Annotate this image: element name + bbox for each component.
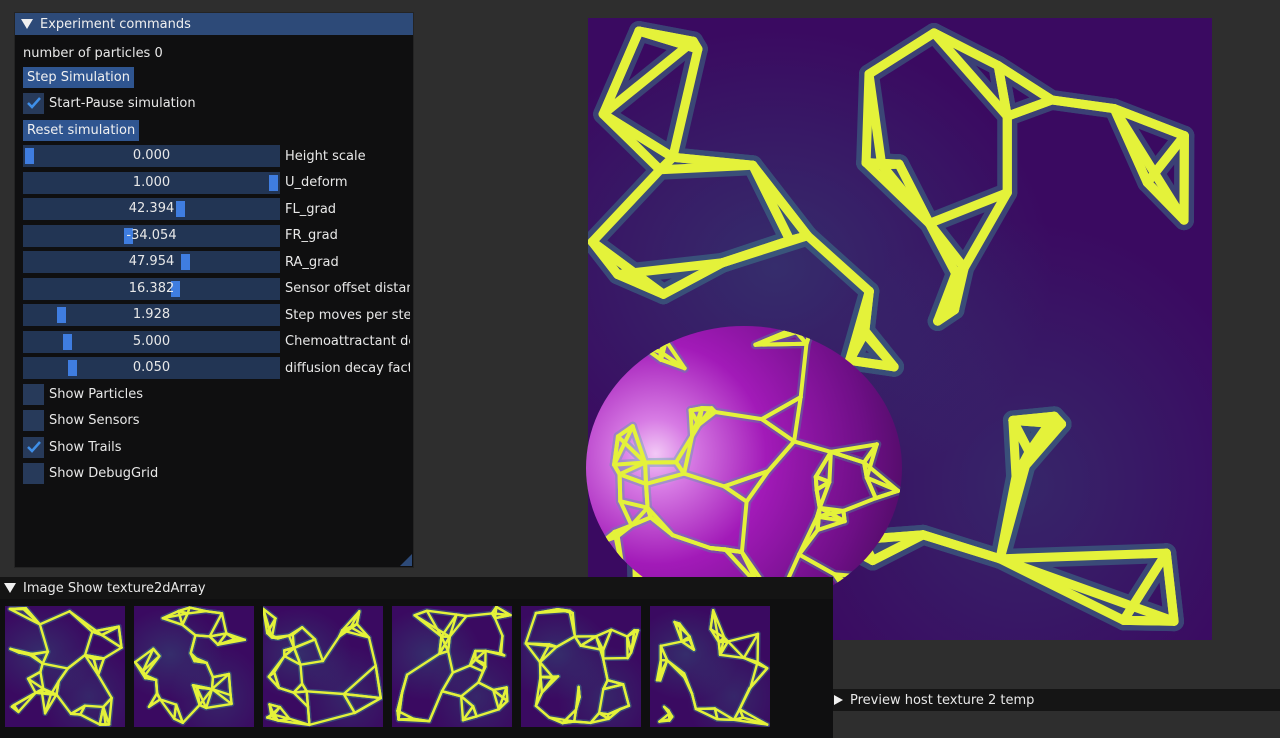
texture-array-titlebar[interactable]: Image Show texture2dArray [0,577,833,599]
slider-value: -34.054 [126,227,177,243]
toggle-checkbox[interactable] [23,383,44,405]
experiment-commands-titlebar[interactable]: Experiment commands [15,13,413,35]
experiment-commands-title: Experiment commands [40,16,191,32]
slider-value: 0.050 [132,360,171,375]
resize-grip-icon[interactable] [400,554,412,566]
checkbox-label: Show Trails [49,439,122,455]
thumbnail-trail-pattern [134,606,248,726]
thumbnail-trail-pattern [523,606,641,726]
texture-thumbnail[interactable] [521,606,641,727]
experiment-commands-window: Experiment commands number of particles … [14,12,414,568]
preview-host-title: Preview host texture 2 temp [850,692,1035,708]
slider-label: FL_grad [285,201,337,217]
slider-label: Chemoattractant dep [285,334,410,349]
thumbnail-trail-pattern [263,606,383,727]
slider-row: 42.394 FL_grad [23,198,410,220]
toggle-checkbox[interactable] [23,463,44,484]
start-pause-label: Start-Pause simulation [49,95,196,111]
texture-thumbnail[interactable] [263,606,383,727]
checkmark-icon [26,97,41,109]
slider-label: Step moves per step ( [285,307,410,323]
slider-row: 0.050 diffusion decay factor [23,357,410,379]
thumbnail-trail-pattern [394,606,512,724]
checkbox-row[interactable]: Show Particles [23,383,143,405]
toggle-checkbox[interactable] [23,410,44,431]
slider-value: 0.000 [132,148,171,163]
collapse-arrow-icon[interactable] [21,19,33,29]
value-slider[interactable]: 1.928 [23,304,280,326]
slider-value: 1.928 [132,307,171,322]
value-slider[interactable]: -34.054 [23,224,280,247]
texture-thumbnail[interactable] [392,606,512,727]
toggle-checkbox[interactable] [23,436,44,458]
slider-label: Sensor offset distanc [285,281,410,296]
slider-value: 47.954 [128,254,175,269]
value-slider[interactable]: 16.382 [23,277,280,300]
slider-row: 0.000 Height scale [23,145,410,167]
slider-label: RA_grad [285,254,339,270]
slider-row: -34.054 FR_grad [23,224,410,247]
value-slider[interactable]: 42.394 [23,198,280,220]
step-simulation-button[interactable]: Step Simulation [23,66,134,88]
checkbox-row[interactable]: Show Trails [23,436,122,458]
start-pause-checkbox[interactable] [23,92,44,114]
slider-row: 16.382 Sensor offset distanc [23,277,410,300]
sphere-trail-pattern [598,326,902,608]
checkbox-row[interactable]: Show DebugGrid [23,463,158,485]
checkbox-label: Show Sensors [49,413,140,428]
thumbnail-trail-pattern [7,606,125,727]
slider-label: Height scale [285,148,366,164]
slider-label: diffusion decay factor [285,360,410,376]
slider-value: 1.000 [132,174,171,190]
value-slider[interactable]: 47.954 [23,251,280,273]
slider-label: FR_grad [285,228,338,243]
texture-array-title: Image Show texture2dArray [23,580,206,596]
texture-thumbnail[interactable] [5,606,125,727]
checkbox-label: Show DebugGrid [49,466,159,481]
collapse-arrow-icon[interactable] [4,583,16,593]
slider-row: 5.000 Chemoattractant dep [23,330,410,353]
reset-simulation-button[interactable]: Reset simulation [23,119,140,141]
value-slider[interactable]: 5.000 [23,330,280,353]
checkmark-icon [26,441,41,453]
thumbnail-trail-pattern [654,607,770,727]
slider-row: 1.000 U_deform [23,171,410,194]
expand-arrow-icon[interactable] [834,695,843,705]
texture-thumbnail[interactable] [650,606,770,727]
checkbox-label: Show Particles [49,386,144,402]
value-slider[interactable]: 1.000 [23,171,280,194]
preview-host-header[interactable]: Preview host texture 2 temp [833,689,1280,711]
slider-label: U_deform [285,175,348,190]
slider-row: 1.928 Step moves per step ( [23,304,410,326]
value-slider[interactable]: 0.000 [23,145,280,167]
start-pause-checkbox-row[interactable]: Start-Pause simulation [23,92,196,114]
slider-value: 5.000 [132,333,171,349]
checkbox-row[interactable]: Show Sensors [23,410,140,432]
slider-row: 47.954 RA_grad [23,251,410,273]
sphere-preview [586,326,902,610]
texture-array-window: Image Show texture2dArray [0,577,833,738]
texture-thumbnail[interactable] [134,606,254,727]
value-slider[interactable]: 0.050 [23,357,280,379]
slider-value: 16.382 [128,280,175,296]
particle-count-text: number of particles 0 [23,45,163,61]
slider-value: 42.394 [128,201,175,216]
